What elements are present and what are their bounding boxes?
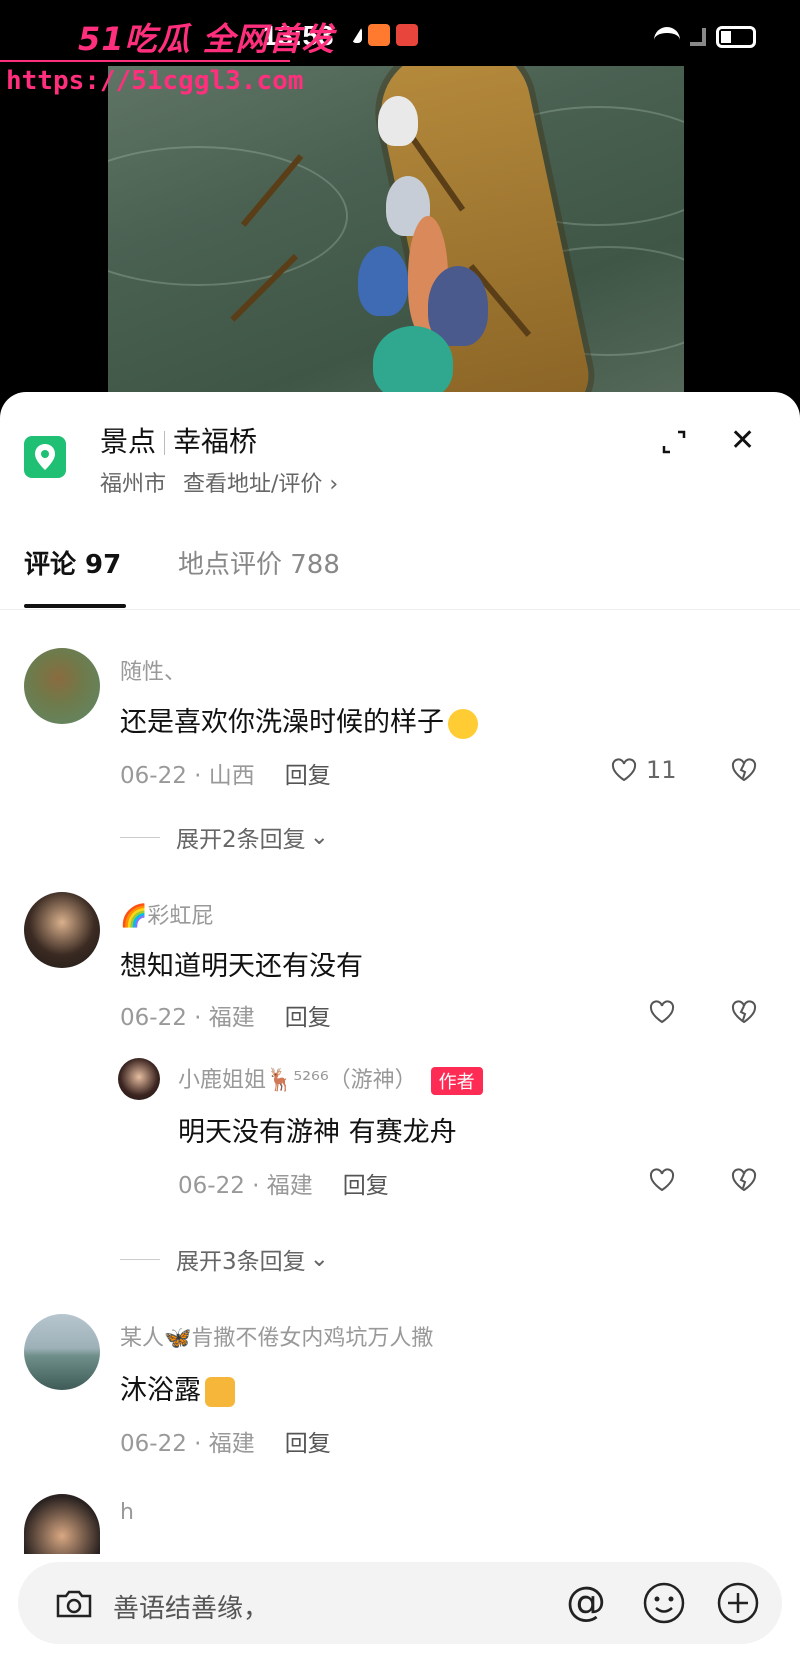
heart-icon[interactable] — [610, 756, 638, 784]
reply-button[interactable]: 回复 — [343, 1173, 389, 1199]
video-area: 13:53 51吃瓜 全网首发 https://51cggl3.com — [0, 0, 800, 400]
watermark-url: https://51cggl3.com — [6, 66, 304, 96]
signal-icon — [690, 28, 706, 46]
location-city: 福州市 — [100, 472, 167, 497]
avatar[interactable] — [24, 1314, 100, 1390]
tab-bar: 评论 97 地点评价 788 — [0, 530, 800, 610]
expand-icon[interactable] — [660, 428, 688, 456]
reply-button[interactable]: 回复 — [285, 1005, 331, 1031]
send-icon — [352, 27, 362, 43]
video-thumbnail[interactable] — [108, 66, 684, 400]
app-icon — [396, 24, 418, 46]
smirk-emoji-icon — [448, 708, 478, 739]
location-name: 幸福桥 — [173, 425, 258, 458]
tab-comments[interactable]: 评论 97 — [24, 544, 121, 581]
comment-input-field[interactable]: 善语结善缘， — [113, 1588, 269, 1625]
comment-text: 还是喜欢你洗澡时候的样子 — [120, 700, 478, 739]
active-tab-indicator — [24, 604, 126, 608]
expand-replies-label: 展开3条回复 — [176, 1249, 306, 1275]
heart-icon[interactable] — [648, 1166, 676, 1194]
wifi-icon — [654, 27, 680, 47]
comment-input-bar[interactable]: 善语结善缘， @ — [18, 1562, 782, 1644]
avatar[interactable] — [118, 1058, 160, 1100]
reply-username[interactable]: 小鹿姐姐🦌⁵²⁶⁶（游神） 作者 — [178, 1062, 483, 1095]
reply-text: 明天没有游神 有赛龙舟 — [178, 1117, 457, 1148]
comment-date-region: 06-22 · 福建 — [120, 1005, 255, 1031]
reply-date-region: 06-22 · 福建 — [178, 1173, 313, 1199]
comment-meta: 06-22 · 山西 回复 — [120, 756, 331, 790]
title-separator — [164, 431, 166, 455]
comment-date-region: 06-22 · 山西 — [120, 763, 255, 789]
broken-heart-icon[interactable] — [730, 756, 758, 784]
avatar[interactable] — [24, 648, 100, 724]
chevron-down-icon: ⌄ — [309, 1246, 329, 1272]
like-count: 11 — [646, 756, 677, 784]
view-address-link[interactable]: 查看地址/评价 › — [183, 472, 338, 497]
broken-heart-icon[interactable] — [730, 1166, 758, 1194]
expand-replies-label: 展开2条回复 — [176, 827, 306, 853]
comment-body: 还是喜欢你洗澡时候的样子 — [120, 707, 444, 738]
broken-heart-icon[interactable] — [730, 998, 758, 1026]
comment-body: 沐浴露 — [120, 1375, 201, 1406]
location-category: 景点 — [100, 425, 157, 458]
reply-button[interactable]: 回复 — [285, 763, 331, 789]
author-badge: 作者 — [430, 1067, 483, 1095]
location-pin-icon — [24, 436, 66, 478]
reply-username-text: 小鹿姐姐🦌⁵²⁶⁶（游神） — [178, 1068, 417, 1093]
expand-replies-button[interactable]: 展开2条回复 ⌄ — [120, 820, 329, 854]
thumbs-up-emoji-icon — [205, 1376, 235, 1407]
at-mention-icon[interactable]: @ — [566, 1578, 606, 1626]
avatar[interactable] — [24, 892, 100, 968]
location-subtitle[interactable]: 福州市 查看地址/评价 › — [100, 466, 338, 498]
expand-replies-button[interactable]: 展开3条回复 ⌄ — [120, 1242, 329, 1276]
tab-place-reviews[interactable]: 地点评价 788 — [178, 544, 340, 581]
reply-button[interactable]: 回复 — [285, 1431, 331, 1457]
camera-icon[interactable] — [54, 1588, 94, 1620]
reply-meta: 06-22 · 福建 回复 — [178, 1166, 389, 1200]
status-notification-icons — [352, 24, 418, 46]
comment-text: 想知道明天还有没有 — [120, 951, 363, 982]
heart-icon[interactable] — [648, 998, 676, 1026]
comment-meta: 06-22 · 福建 回复 — [120, 998, 331, 1032]
comment-meta: 06-22 · 福建 回复 — [120, 1424, 331, 1458]
comment-username[interactable]: 某人🦋肯撒不倦女内鸡坑万人撒 — [120, 1320, 433, 1352]
location-title[interactable]: 景点 幸福桥 — [100, 420, 257, 460]
chevron-down-icon: ⌄ — [309, 824, 329, 850]
app-icon — [368, 24, 390, 46]
emoji-icon[interactable] — [642, 1581, 686, 1625]
status-system-icons — [654, 26, 756, 48]
close-icon[interactable]: ✕ — [730, 426, 755, 456]
comment-username[interactable]: 随性、 — [120, 654, 186, 686]
comment-username[interactable]: h — [120, 1500, 134, 1525]
comment-username[interactable]: 🌈彩虹屁 — [120, 898, 213, 930]
watermark-brand: 51吃瓜 全网首发 — [78, 20, 335, 58]
watermark-divider — [0, 60, 290, 62]
battery-icon — [716, 26, 756, 48]
comment-text: 沐浴露 — [120, 1368, 235, 1407]
add-icon[interactable] — [716, 1581, 760, 1625]
comment-date-region: 06-22 · 福建 — [120, 1431, 255, 1457]
